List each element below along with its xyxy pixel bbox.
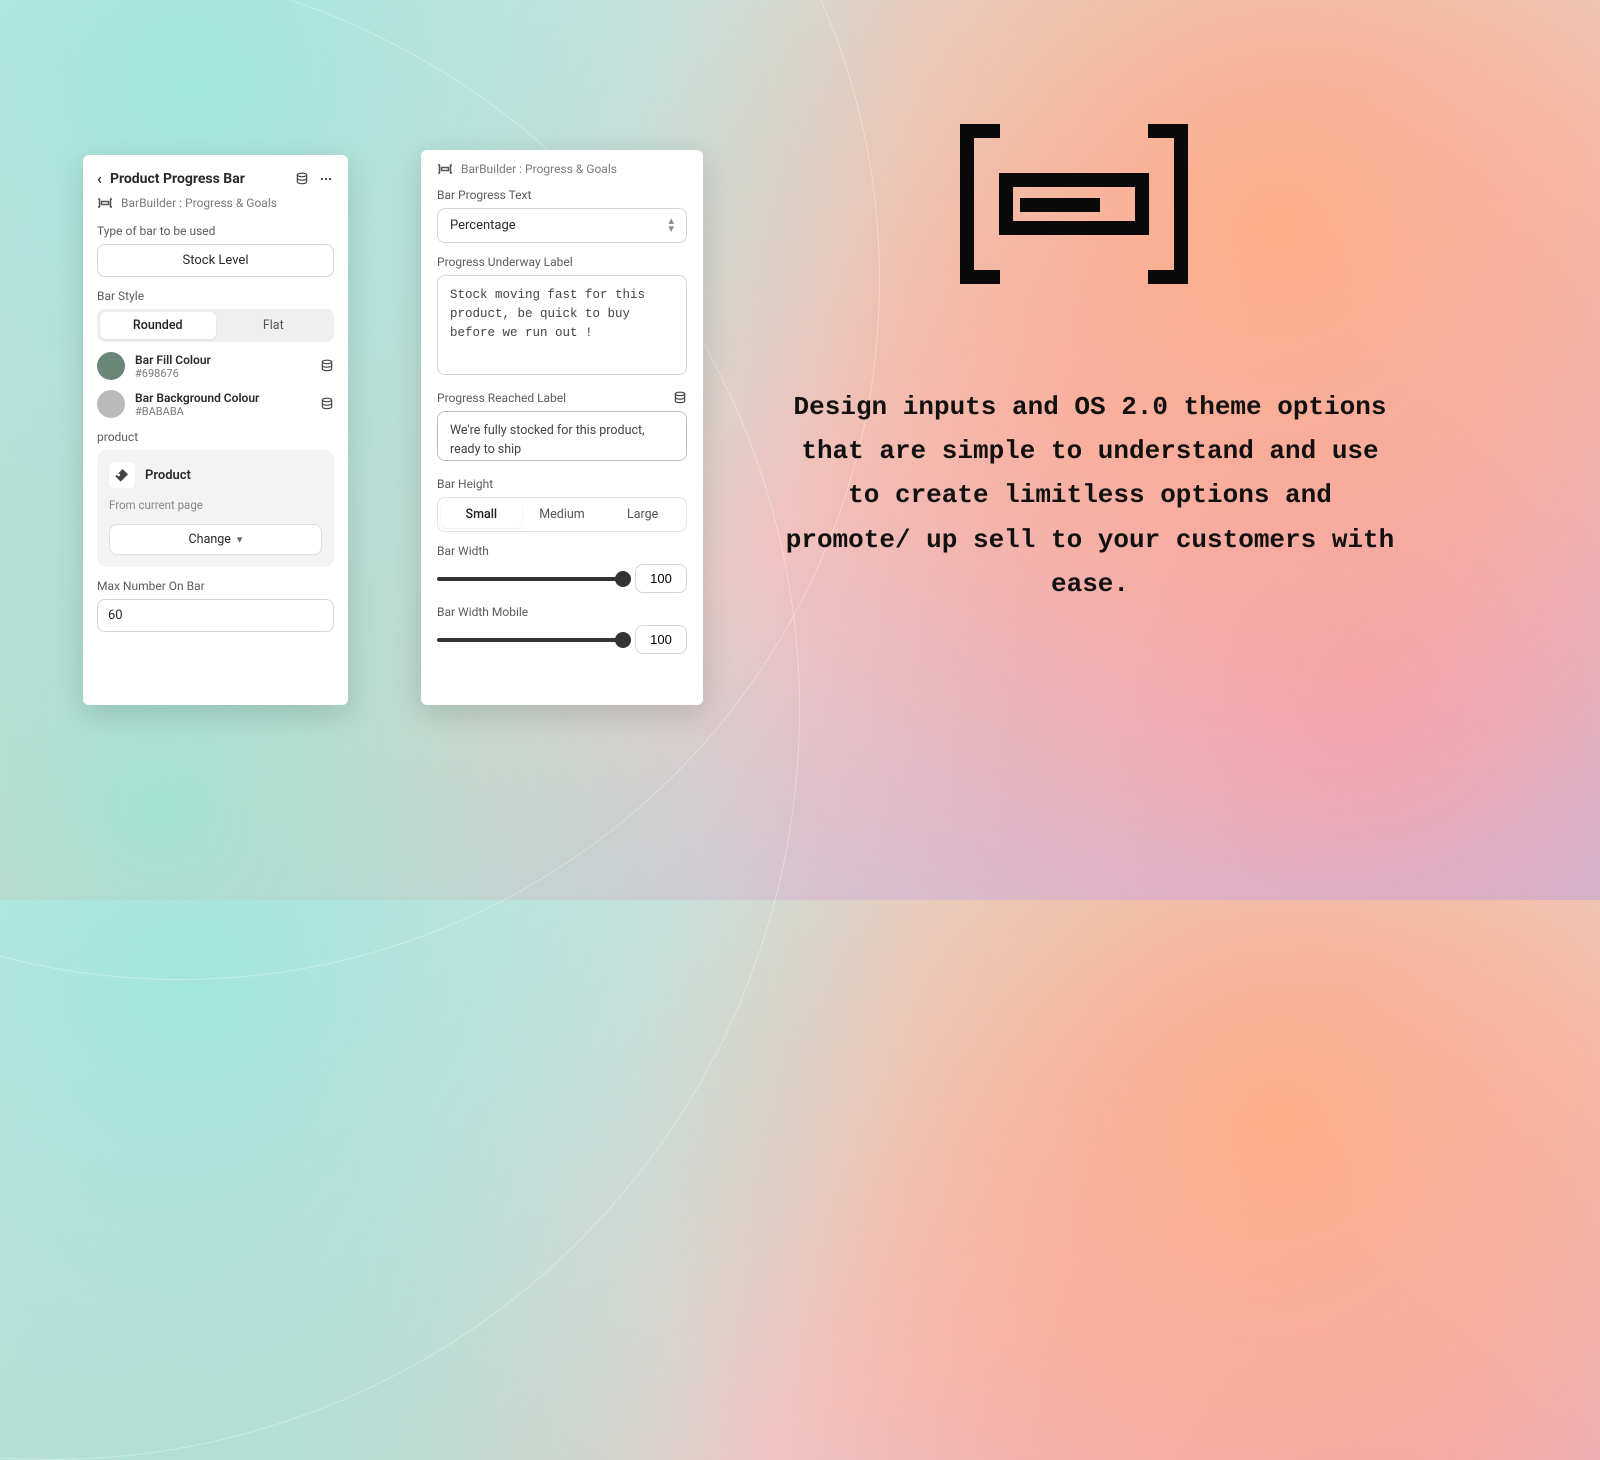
- bg-swatch: [97, 390, 125, 418]
- database-icon[interactable]: [320, 397, 334, 411]
- product-card: Product From current page Change ▾: [97, 450, 334, 567]
- bar-style-segment: Rounded Flat: [97, 309, 334, 342]
- type-label: Type of bar to be used: [97, 224, 334, 238]
- bwm-label: Bar Width Mobile: [437, 605, 687, 619]
- app-label: BarBuilder : Progress & Goals: [121, 196, 277, 210]
- bg-colour-row[interactable]: Bar Background Colour #BABABA: [97, 390, 334, 418]
- app-logo-icon: [97, 197, 113, 209]
- bpt-label: Bar Progress Text: [437, 188, 687, 202]
- pu-textarea[interactable]: [437, 275, 687, 375]
- settings-panel-right: BarBuilder : Progress & Goals Bar Progre…: [421, 150, 703, 705]
- product-icon: [109, 462, 135, 488]
- bar-width-mobile-slider[interactable]: [437, 638, 623, 642]
- pr-label: Progress Reached Label: [437, 391, 566, 405]
- back-button[interactable]: ‹: [97, 169, 102, 188]
- app-logo-icon: [437, 163, 453, 175]
- seg-rounded[interactable]: Rounded: [100, 312, 216, 339]
- fill-swatch: [97, 352, 125, 380]
- select-stepper-icon: ▴▾: [668, 218, 674, 232]
- seg-medium[interactable]: Medium: [522, 501, 603, 528]
- bpt-select[interactable]: Percentage ▴▾: [437, 208, 687, 243]
- seg-small[interactable]: Small: [441, 501, 522, 528]
- change-button[interactable]: Change ▾: [109, 524, 322, 555]
- product-name: Product: [145, 468, 191, 483]
- bg-name: Bar Background Colour: [135, 391, 310, 405]
- database-icon[interactable]: [673, 391, 687, 405]
- app-label: BarBuilder : Progress & Goals: [461, 162, 617, 176]
- marketing-copy: Design inputs and OS 2.0 theme options t…: [780, 385, 1400, 606]
- bar-width-mobile-input[interactable]: [635, 625, 687, 654]
- style-label: Bar Style: [97, 289, 334, 303]
- max-label: Max Number On Bar: [97, 579, 334, 593]
- bw-label: Bar Width: [437, 544, 687, 558]
- seg-flat[interactable]: Flat: [216, 312, 332, 339]
- type-select[interactable]: Stock Level: [97, 244, 334, 277]
- bar-height-segment: Small Medium Large: [437, 497, 687, 532]
- bar-width-input[interactable]: [635, 564, 687, 593]
- brand-logo: [960, 124, 1188, 284]
- fill-hex: #698676: [135, 367, 310, 380]
- seg-large[interactable]: Large: [602, 501, 683, 528]
- database-icon[interactable]: [294, 171, 310, 187]
- bar-width-slider[interactable]: [437, 577, 623, 581]
- fill-colour-row[interactable]: Bar Fill Colour #698676: [97, 352, 334, 380]
- bh-label: Bar Height: [437, 477, 687, 491]
- pr-textarea[interactable]: [437, 411, 687, 461]
- max-number-input[interactable]: [97, 599, 334, 632]
- fill-name: Bar Fill Colour: [135, 353, 310, 367]
- product-sub: From current page: [109, 498, 322, 512]
- more-icon[interactable]: [318, 171, 334, 187]
- settings-panel-left: ‹ Product Progress Bar BarBuilder : Prog…: [83, 155, 348, 705]
- pu-label: Progress Underway Label: [437, 255, 687, 269]
- database-icon[interactable]: [320, 359, 334, 373]
- bg-hex: #BABABA: [135, 405, 310, 418]
- product-label: product: [97, 430, 334, 444]
- panel-title: Product Progress Bar: [110, 171, 286, 187]
- chevron-down-icon: ▾: [237, 533, 243, 546]
